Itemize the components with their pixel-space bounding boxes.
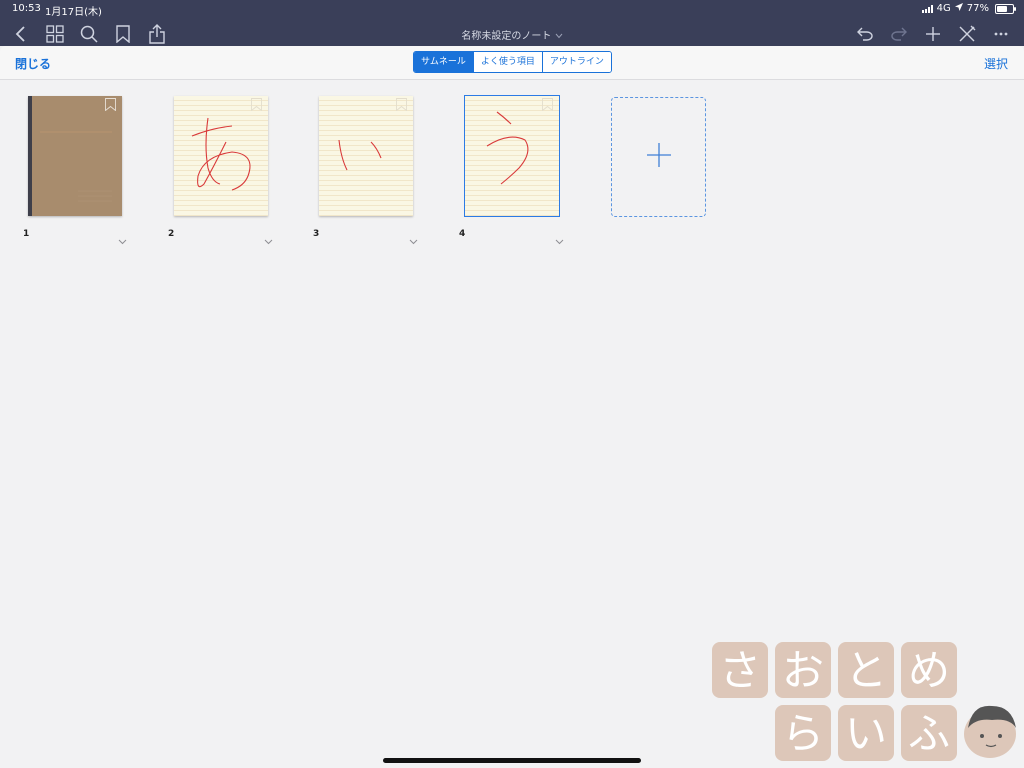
location-icon	[954, 3, 963, 14]
tools-icon[interactable]	[956, 23, 978, 45]
undo-icon[interactable]	[854, 23, 876, 45]
svg-text:ら: ら	[782, 709, 824, 758]
page-number: 2	[168, 229, 175, 239]
page-number: 3	[313, 229, 320, 239]
page-thumbnail-2[interactable]	[174, 96, 268, 216]
plus-icon	[646, 143, 671, 171]
page-thumbnail-4[interactable]	[464, 95, 560, 217]
page-thumbnail-3[interactable]	[319, 96, 413, 216]
svg-text:さ: さ	[719, 646, 761, 695]
watermark-lettering: さ お と め ら い ふ	[719, 646, 1016, 758]
add-page-button[interactable]	[611, 97, 706, 217]
thumbnail-toolbar: 閉じる サムネール よく使う項目 アウトライン 選択	[0, 46, 1024, 80]
mascot-icon	[964, 705, 1016, 758]
document-title-text: 名称未設定のノート	[461, 31, 552, 42]
battery-fill	[997, 5, 1007, 12]
chevron-down-icon[interactable]	[409, 230, 418, 249]
bookmark-icon[interactable]	[542, 96, 553, 115]
page-thumbnail-1[interactable]	[28, 96, 122, 216]
select-button[interactable]: 選択	[984, 55, 1008, 72]
svg-text:ふ: ふ	[908, 709, 950, 758]
status-date: 1月17日(木)	[45, 7, 102, 18]
status-indicators: 4G 77%	[921, 3, 1016, 14]
tab-thumbnail[interactable]: サムネール	[414, 52, 473, 72]
page-number: 4	[459, 229, 466, 239]
close-button[interactable]: 閉じる	[15, 55, 51, 72]
bookmark-icon[interactable]	[396, 96, 407, 115]
battery-icon	[995, 3, 1016, 14]
svg-text:め: め	[908, 646, 950, 695]
tab-outline[interactable]: アウトライン	[541, 52, 611, 72]
svg-text:と: と	[845, 646, 887, 695]
svg-text:お: お	[782, 646, 824, 695]
page-number: 1	[23, 229, 30, 239]
chevron-down-icon	[555, 31, 563, 42]
nav-right	[854, 23, 1012, 45]
chevron-down-icon[interactable]	[118, 230, 127, 249]
bookmark-icon[interactable]	[251, 96, 262, 115]
battery-percent: 77%	[966, 3, 989, 14]
bookmark-icon[interactable]	[105, 96, 116, 115]
more-icon[interactable]	[990, 23, 1012, 45]
watermark-logo: さ お と め ら い ふ	[710, 642, 1022, 766]
add-icon[interactable]	[922, 23, 944, 45]
network-label: 4G	[936, 3, 951, 14]
tab-favorites[interactable]: よく使う項目	[472, 52, 542, 72]
status-time: 10:53	[12, 3, 41, 14]
home-indicator[interactable]	[383, 758, 641, 763]
view-mode-tabs: サムネール よく使う項目 アウトライン	[413, 51, 612, 73]
signal-icon	[921, 4, 933, 13]
top-bar: 10:53 1月17日(木) 4G 77% 名称未設定のノート	[0, 0, 1024, 46]
redo-icon[interactable]	[888, 23, 910, 45]
chevron-down-icon[interactable]	[555, 230, 564, 249]
chevron-down-icon[interactable]	[264, 230, 273, 249]
svg-text:い: い	[845, 709, 887, 758]
